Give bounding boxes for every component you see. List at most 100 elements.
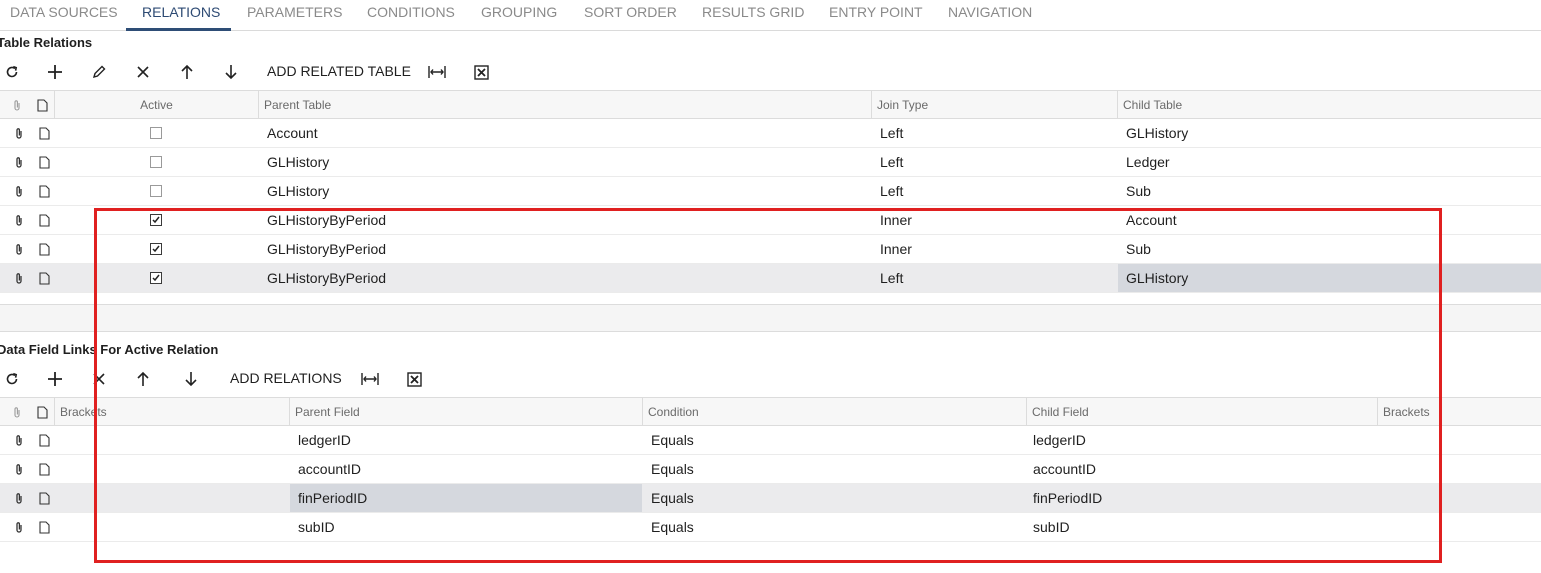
child-table-column-header[interactable]: Child Table bbox=[1117, 91, 1541, 119]
fit-columns-icon[interactable] bbox=[427, 62, 447, 82]
note-icon[interactable] bbox=[35, 235, 53, 263]
condition-cell[interactable]: Equals bbox=[651, 426, 694, 454]
note-icon[interactable] bbox=[35, 264, 53, 292]
attachment-icon[interactable] bbox=[10, 206, 28, 234]
note-icon[interactable] bbox=[35, 455, 53, 483]
join-type-cell[interactable]: Left bbox=[880, 177, 903, 205]
table-row[interactable]: accountID Equals accountID bbox=[0, 455, 1541, 484]
table-row[interactable]: Account Left GLHistory bbox=[0, 119, 1541, 148]
active-checkbox[interactable] bbox=[150, 243, 162, 255]
attachment-icon[interactable] bbox=[10, 484, 28, 512]
tab-relations[interactable]: RELATIONS bbox=[142, 0, 220, 31]
attachment-icon[interactable] bbox=[10, 235, 28, 263]
refresh-icon[interactable] bbox=[2, 369, 22, 389]
tab-entry-point[interactable]: ENTRY POINT bbox=[829, 0, 923, 31]
note-icon[interactable] bbox=[35, 206, 53, 234]
attachment-icon[interactable] bbox=[10, 148, 28, 176]
child-table-cell[interactable]: Account bbox=[1126, 206, 1177, 234]
child-table-cell[interactable]: Ledger bbox=[1126, 148, 1170, 176]
attachment-icon[interactable] bbox=[10, 177, 28, 205]
condition-cell[interactable]: Equals bbox=[651, 513, 694, 541]
child-table-cell[interactable]: Sub bbox=[1126, 177, 1151, 205]
join-type-cell[interactable]: Inner bbox=[880, 206, 912, 234]
refresh-icon[interactable] bbox=[2, 62, 22, 82]
parent-table-cell[interactable]: GLHistory bbox=[267, 148, 329, 176]
attachment-icon[interactable] bbox=[10, 513, 28, 541]
child-table-cell[interactable]: GLHistory bbox=[1126, 119, 1188, 147]
child-field-cell[interactable]: finPeriodID bbox=[1033, 484, 1102, 512]
active-column-header[interactable]: Active bbox=[54, 91, 258, 119]
active-checkbox[interactable] bbox=[150, 185, 162, 197]
table-row[interactable]: GLHistory Left Ledger bbox=[0, 148, 1541, 177]
attachment-icon[interactable] bbox=[10, 119, 28, 147]
parent-table-cell[interactable]: GLHistory bbox=[267, 177, 329, 205]
table-row[interactable]: GLHistoryByPeriod Left GLHistory bbox=[0, 264, 1541, 293]
attachment-icon[interactable] bbox=[10, 455, 28, 483]
table-row[interactable]: subID Equals subID bbox=[0, 513, 1541, 542]
child-field-cell[interactable]: accountID bbox=[1033, 455, 1096, 483]
note-icon[interactable] bbox=[35, 148, 53, 176]
condition-cell[interactable]: Equals bbox=[651, 484, 694, 512]
move-down-icon[interactable] bbox=[221, 62, 241, 82]
add-row-icon[interactable] bbox=[45, 369, 65, 389]
condition-column-header[interactable]: Condition bbox=[642, 398, 1026, 426]
fit-columns-icon[interactable] bbox=[360, 369, 380, 389]
child-field-cell[interactable]: subID bbox=[1033, 513, 1070, 541]
parent-field-cell[interactable]: finPeriodID bbox=[290, 484, 642, 512]
parent-table-cell[interactable]: GLHistoryByPeriod bbox=[267, 206, 386, 234]
delete-icon[interactable] bbox=[133, 62, 153, 82]
add-relations-button[interactable]: ADD RELATIONS bbox=[230, 370, 342, 386]
child-field-column-header[interactable]: Child Field bbox=[1026, 398, 1377, 426]
table-row[interactable]: ledgerID Equals ledgerID bbox=[0, 426, 1541, 455]
table-row[interactable]: finPeriodID Equals finPeriodID bbox=[0, 484, 1541, 513]
parent-field-cell[interactable]: subID bbox=[298, 513, 335, 541]
attachment-icon[interactable] bbox=[10, 264, 28, 292]
parent-field-column-header[interactable]: Parent Field bbox=[289, 398, 642, 426]
tab-parameters[interactable]: PARAMETERS bbox=[247, 0, 342, 31]
tab-grouping[interactable]: GROUPING bbox=[481, 0, 557, 31]
brackets-close-column-header[interactable]: Brackets bbox=[1377, 398, 1541, 426]
attachment-icon[interactable] bbox=[10, 426, 28, 454]
child-field-cell[interactable]: ledgerID bbox=[1033, 426, 1086, 454]
export-excel-icon[interactable] bbox=[404, 369, 424, 389]
tab-results-grid[interactable]: RESULTS GRID bbox=[702, 0, 804, 31]
join-type-cell[interactable]: Left bbox=[880, 264, 903, 292]
note-icon[interactable] bbox=[35, 484, 53, 512]
parent-table-cell[interactable]: GLHistoryByPeriod bbox=[267, 235, 386, 263]
parent-table-cell[interactable]: GLHistoryByPeriod bbox=[267, 264, 386, 292]
brackets-open-column-header[interactable]: Brackets bbox=[54, 398, 289, 426]
note-icon[interactable] bbox=[35, 177, 53, 205]
table-row[interactable]: GLHistoryByPeriod Inner Sub bbox=[0, 235, 1541, 264]
join-type-cell[interactable]: Left bbox=[880, 119, 903, 147]
export-excel-icon[interactable] bbox=[471, 62, 491, 82]
note-icon[interactable] bbox=[35, 119, 53, 147]
table-row[interactable]: GLHistoryByPeriod Inner Account bbox=[0, 206, 1541, 235]
active-checkbox[interactable] bbox=[150, 127, 162, 139]
child-table-cell[interactable]: GLHistory bbox=[1118, 264, 1541, 292]
parent-field-cell[interactable]: ledgerID bbox=[298, 426, 351, 454]
tab-navigation[interactable]: NAVIGATION bbox=[948, 0, 1032, 31]
join-type-cell[interactable]: Left bbox=[880, 148, 903, 176]
join-type-cell[interactable]: Inner bbox=[880, 235, 912, 263]
tab-conditions[interactable]: CONDITIONS bbox=[367, 0, 455, 31]
parent-field-cell[interactable]: accountID bbox=[298, 455, 361, 483]
note-icon[interactable] bbox=[35, 426, 53, 454]
move-up-icon[interactable] bbox=[133, 369, 153, 389]
add-row-icon[interactable] bbox=[45, 62, 65, 82]
parent-table-column-header[interactable]: Parent Table bbox=[258, 91, 871, 119]
tab-sort-order[interactable]: SORT ORDER bbox=[584, 0, 677, 31]
delete-icon[interactable] bbox=[89, 369, 109, 389]
active-checkbox[interactable] bbox=[150, 272, 162, 284]
edit-pencil-icon[interactable] bbox=[89, 62, 109, 82]
move-up-icon[interactable] bbox=[177, 62, 197, 82]
add-related-table-button[interactable]: ADD RELATED TABLE bbox=[267, 63, 411, 79]
child-table-cell[interactable]: Sub bbox=[1126, 235, 1151, 263]
note-icon[interactable] bbox=[35, 513, 53, 541]
active-checkbox[interactable] bbox=[150, 156, 162, 168]
move-down-icon[interactable] bbox=[181, 369, 201, 389]
condition-cell[interactable]: Equals bbox=[651, 455, 694, 483]
table-row[interactable]: GLHistory Left Sub bbox=[0, 177, 1541, 206]
active-checkbox[interactable] bbox=[150, 214, 162, 226]
parent-table-cell[interactable]: Account bbox=[267, 119, 318, 147]
join-type-column-header[interactable]: Join Type bbox=[871, 91, 1117, 119]
